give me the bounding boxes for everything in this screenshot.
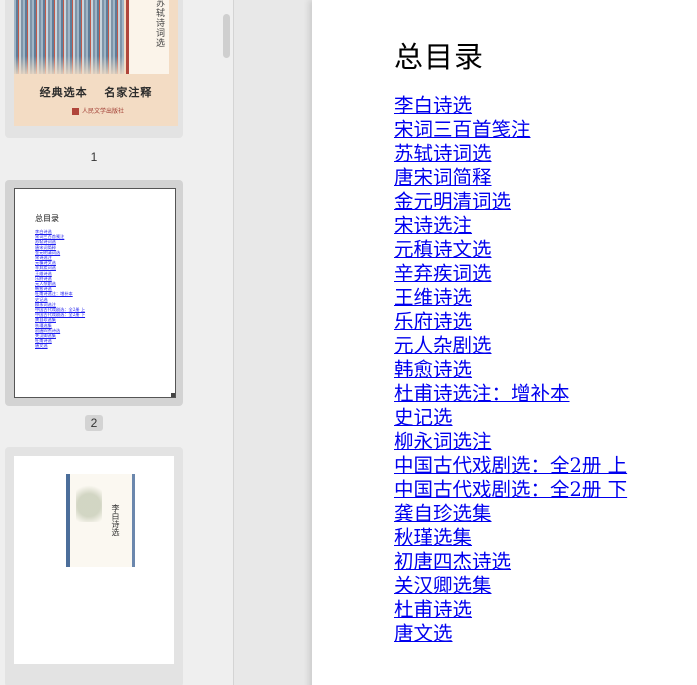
sidebar-scrollbar[interactable] <box>221 0 231 685</box>
thumbnail-page-1[interactable]: 苏轼诗词选 经典选本 名家注释 人民文学出版社 <box>5 0 183 138</box>
toc-item: 乐府诗选 <box>394 310 627 334</box>
toc-item: 关汉卿选集 <box>394 574 627 598</box>
page-title: 总目录 <box>394 40 485 74</box>
toc-item: 中国古代戏剧选：全2册 上 <box>394 454 627 478</box>
book-cover-page: 李白诗选 <box>14 456 174 664</box>
toc-item: 龚自珍选集 <box>394 502 627 526</box>
toc-link[interactable]: 乐府诗选 <box>394 310 472 333</box>
toc-link[interactable]: 秋瑾选集 <box>394 526 472 549</box>
spine-fade <box>14 56 126 78</box>
toc-item: 元稹诗文选 <box>394 238 627 262</box>
toc-item: 韩愈诗选 <box>394 358 627 382</box>
mini-doc-title: 总目录 <box>35 214 59 223</box>
toc-item: 李白诗选 <box>394 94 627 118</box>
toc-item: 杜甫诗选注：增补本 <box>394 382 627 406</box>
toc-link[interactable]: 金元明清词选 <box>394 190 511 213</box>
toc-item: 中国古代戏剧选：全2册 下 <box>394 478 627 502</box>
toc-link[interactable]: 宋诗选注 <box>394 214 472 237</box>
book-cover-graphic: 李白诗选 <box>66 474 135 567</box>
toc-link[interactable]: 史记选 <box>394 406 453 429</box>
cover-slogan: 经典选本 名家注释 <box>39 86 153 99</box>
toc-link[interactable]: 唐文选 <box>394 622 453 645</box>
toc-link[interactable]: 初唐四杰诗选 <box>394 550 511 573</box>
toc-link[interactable]: 中国古代戏剧选：全2册 下 <box>394 478 627 501</box>
toc-item: 辛弃疾词选 <box>394 262 627 286</box>
page-number-label: 2 <box>84 415 104 431</box>
toc-item: 元人杂剧选 <box>394 334 627 358</box>
toc-link[interactable]: 元人杂剧选 <box>394 334 492 357</box>
cover-vertical-title: 李白诗选 <box>111 504 120 536</box>
toc-link[interactable]: 杜甫诗选 <box>394 598 472 621</box>
cover-art <box>76 480 102 522</box>
toc-link[interactable]: 中国古代戏剧选：全2册 上 <box>394 454 627 477</box>
toc-link[interactable]: 柳永词选注 <box>394 430 492 453</box>
toc-item: 金元明清词选 <box>394 190 627 214</box>
toc-item: 初唐四杰诗选 <box>394 550 627 574</box>
toc-item: 唐文选 <box>394 622 627 646</box>
toc-link[interactable]: 辛弃疾词选 <box>394 262 492 285</box>
toc-link[interactable]: 关汉卿选集 <box>394 574 492 597</box>
toc-link[interactable]: 元稹诗文选 <box>394 238 492 261</box>
toc-link[interactable]: 韩愈诗选 <box>394 358 472 381</box>
toc-page-thumbnail: 总目录 李白诗选 宋词三百首笺注 苏轼诗词选 唐宋词简释 金元明清词选 宋诗选注 元稹诗文选… <box>14 188 176 398</box>
toc-item: 唐宋词简释 <box>394 166 627 190</box>
mini-toc-list: 李白诗选 宋词三百首笺注 苏轼诗词选 唐宋词简释 金元明清词选 宋诗选注 元稹诗文选 辛弃疾词… <box>35 229 85 349</box>
page-number-label: 1 <box>90 150 98 164</box>
toc-item: 柳永词选注 <box>394 430 627 454</box>
mini-toc-item: 唐文选 <box>35 343 48 349</box>
table-of-contents: 李白诗选 宋词三百首笺注 苏轼诗词选 唐宋词简释 金元明清词选 宋诗选注 元稹诗文选 辛弃疾词… <box>394 94 627 646</box>
thumbnail-page-2[interactable]: 总目录 李白诗选 宋词三百首笺注 苏轼诗词选 唐宋词简释 金元明清词选 宋诗选注 元稹诗文选… <box>5 180 183 406</box>
publisher-logo-icon <box>72 108 79 115</box>
book-cover-image: 苏轼诗词选 经典选本 名家注释 人民文学出版社 <box>14 0 178 126</box>
page-number-2: 2 <box>0 415 188 431</box>
cover-publisher-text: 人民文学出版社 <box>82 108 125 115</box>
toc-link[interactable]: 宋词三百首笺注 <box>394 118 531 141</box>
toc-item: 宋词三百首笺注 <box>394 118 627 142</box>
page-number-1: 1 <box>0 149 188 165</box>
toc-item: 史记选 <box>394 406 627 430</box>
toc-item: 苏轼诗词选 <box>394 142 627 166</box>
toc-item: 杜甫诗选 <box>394 598 627 622</box>
page-corner-mark <box>171 393 175 397</box>
toc-link[interactable]: 龚自珍选集 <box>394 502 492 525</box>
toc-item: 宋诗选注 <box>394 214 627 238</box>
cover-publisher: 人民文学出版社 <box>72 106 124 115</box>
toc-item: 秋瑾选集 <box>394 526 627 550</box>
document-page: 总目录 李白诗选 宋词三百首笺注 苏轼诗词选 唐宋词简释 金元明清词选 宋诗选注 元稹诗文选… <box>312 0 697 685</box>
toc-item: 王维诗选 <box>394 286 627 310</box>
sidebar-scrollbar-thumb[interactable] <box>223 14 230 58</box>
toc-link[interactable]: 李白诗选 <box>394 94 472 117</box>
toc-link[interactable]: 唐宋词简释 <box>394 166 492 189</box>
cover-book-graphic: 苏轼诗词选 <box>126 0 169 74</box>
toc-link[interactable]: 杜甫诗选注：增补本 <box>394 382 570 405</box>
cover-vertical-title: 苏轼诗词选 <box>154 0 164 48</box>
thumbnail-sidebar: 苏轼诗词选 经典选本 名家注释 人民文学出版社 1 总目录 李白诗选 宋词三百首笺… <box>0 0 234 685</box>
document-viewer: 总目录 李白诗选 宋词三百首笺注 苏轼诗词选 唐宋词简释 金元明清词选 宋诗选注 元稹诗文选… <box>234 0 697 685</box>
toc-link[interactable]: 王维诗选 <box>394 286 472 309</box>
thumbnail-page-3[interactable]: 李白诗选 <box>5 447 183 685</box>
toc-link[interactable]: 苏轼诗词选 <box>394 142 492 165</box>
